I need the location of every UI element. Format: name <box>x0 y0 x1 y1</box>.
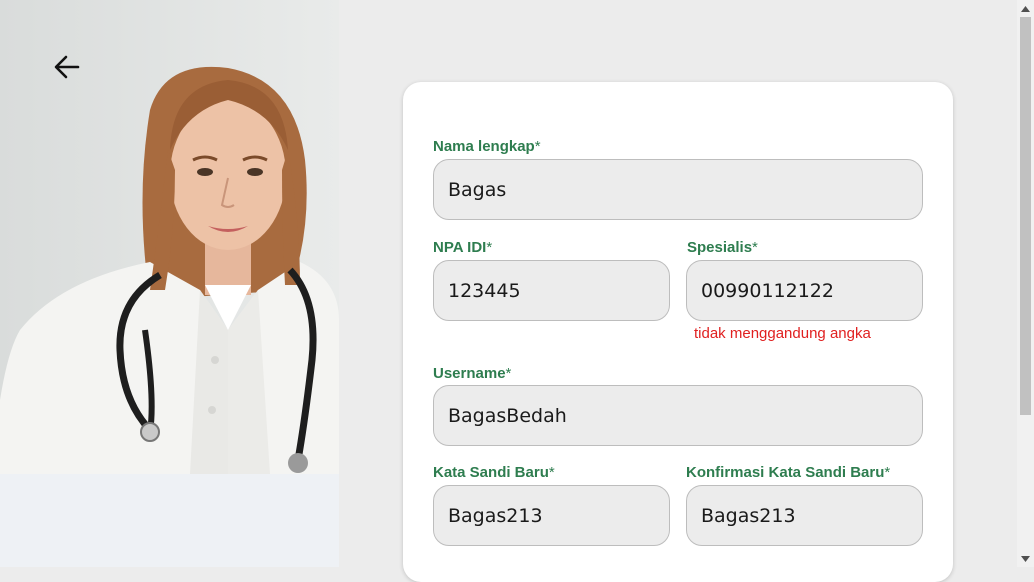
triangle-down-icon <box>1021 555 1030 562</box>
full-name-label: Nama lengkap* <box>433 138 541 155</box>
arrow-left-icon <box>54 55 80 79</box>
scroll-down-button[interactable] <box>1017 550 1034 567</box>
username-label: Username* <box>433 365 512 382</box>
new-password-input[interactable] <box>433 485 670 546</box>
full-name-input[interactable] <box>433 159 923 220</box>
username-input[interactable] <box>433 385 923 446</box>
scroll-up-button[interactable] <box>1017 0 1034 17</box>
back-button[interactable] <box>50 50 84 84</box>
specialist-input[interactable] <box>686 260 923 321</box>
npa-idi-label: NPA IDI* <box>433 239 493 256</box>
specialist-error: tidak menggandung angka <box>694 325 871 342</box>
triangle-up-icon <box>1021 5 1030 12</box>
npa-idi-input[interactable] <box>433 260 670 321</box>
hero-panel <box>0 0 339 567</box>
new-password-label: Kata Sandi Baru* <box>433 464 555 481</box>
confirm-password-label: Konfirmasi Kata Sandi Baru* <box>686 464 891 481</box>
scrollbar-thumb[interactable] <box>1020 17 1031 415</box>
profile-form-card: Nama lengkap* NPA IDI* Spesialis* tidak … <box>403 82 953 582</box>
specialist-label: Spesialis* <box>687 239 758 256</box>
confirm-password-input[interactable] <box>686 485 923 546</box>
vertical-scrollbar[interactable] <box>1017 0 1034 567</box>
